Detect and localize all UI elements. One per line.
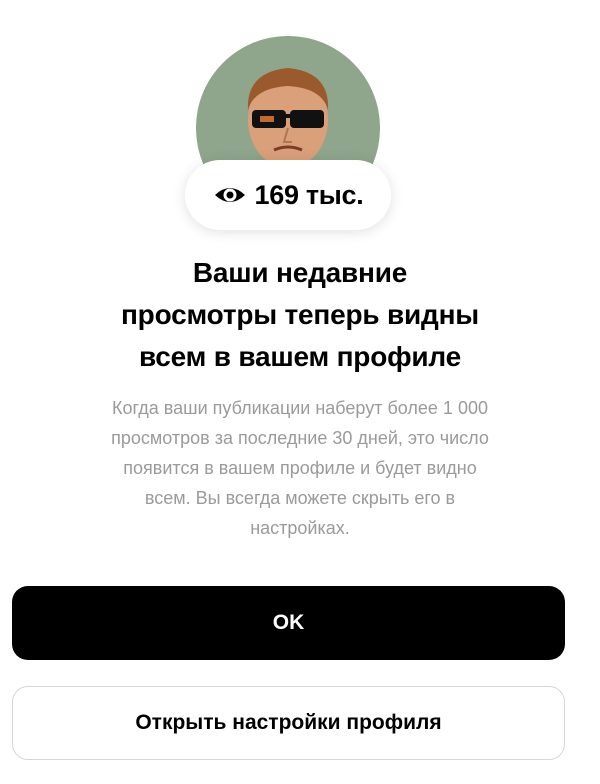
description-line: появится в вашем профиле и будет видно <box>123 458 477 478</box>
dialog-title-line: просмотры теперь видны <box>120 299 480 330</box>
open-profile-settings-button[interactable]: Открыть настройки профиля <box>12 686 565 760</box>
dialog-description: Когда ваши публикации наберут более 1 00… <box>30 393 570 543</box>
description-line: Когда ваши публикации наберут более 1 00… <box>112 398 488 418</box>
dialog-title: Ваши недавние просмотры теперь видны все… <box>40 252 560 378</box>
views-count: 169 тыс. <box>254 179 364 210</box>
views-badge: 169 тыс. <box>185 160 391 230</box>
dialog-title-line: Ваши недавние <box>192 257 408 288</box>
description-line: всем. Вы всегда можете скрыть его в <box>144 488 456 508</box>
views-dialog: 169 тыс. Ваши недавние просмотры теперь … <box>0 0 600 784</box>
description-line: настройках. <box>250 518 350 538</box>
description-line: просмотров за последние 30 дней, это чис… <box>111 428 489 448</box>
eye-icon <box>213 181 247 209</box>
dialog-title-line: всем в вашем профиле <box>138 341 462 372</box>
ok-button[interactable]: OK <box>12 586 565 660</box>
